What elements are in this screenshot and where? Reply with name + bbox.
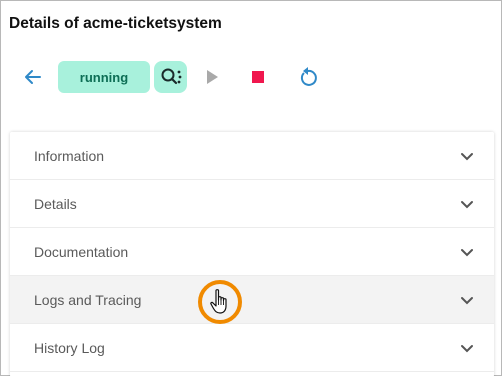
status-badge: running	[58, 61, 150, 93]
section-label: Logs and Tracing	[34, 291, 142, 308]
section-label: History Log	[34, 339, 105, 356]
toolbar: running	[21, 61, 351, 93]
section-label: Information	[34, 147, 105, 164]
chevron-down-icon	[461, 249, 473, 257]
section-documentation[interactable]: Documentation	[10, 228, 494, 276]
stop-button[interactable]	[247, 61, 269, 93]
play-button[interactable]	[201, 61, 223, 93]
section-label: Details	[34, 195, 77, 212]
window-frame: Details of acme-ticketsystem running Inf…	[0, 0, 502, 376]
section-label: Documentation	[34, 243, 129, 260]
chevron-down-icon	[461, 297, 473, 305]
back-button[interactable]	[21, 61, 45, 93]
page-title: Details of acme-ticketsystem	[9, 15, 222, 32]
chevron-down-icon	[461, 201, 473, 209]
refresh-button[interactable]	[296, 61, 320, 93]
refresh-icon	[300, 67, 317, 86]
stop-icon	[252, 71, 264, 83]
hand-pointer-icon	[210, 289, 227, 314]
sections-accordion: Information Details Documentation Logs a…	[10, 132, 494, 376]
arrow-left-icon	[25, 70, 41, 84]
chevron-down-icon	[461, 345, 473, 353]
chevron-down-icon	[461, 153, 473, 161]
section-history-log[interactable]: History Log	[10, 324, 494, 372]
section-details[interactable]: Details	[10, 180, 494, 228]
search-logs-button[interactable]	[154, 61, 187, 93]
search-log-icon	[161, 68, 181, 85]
section-logs-and-tracing[interactable]: Logs and Tracing	[10, 276, 494, 324]
play-icon	[207, 70, 218, 84]
section-information[interactable]: Information	[10, 132, 494, 180]
